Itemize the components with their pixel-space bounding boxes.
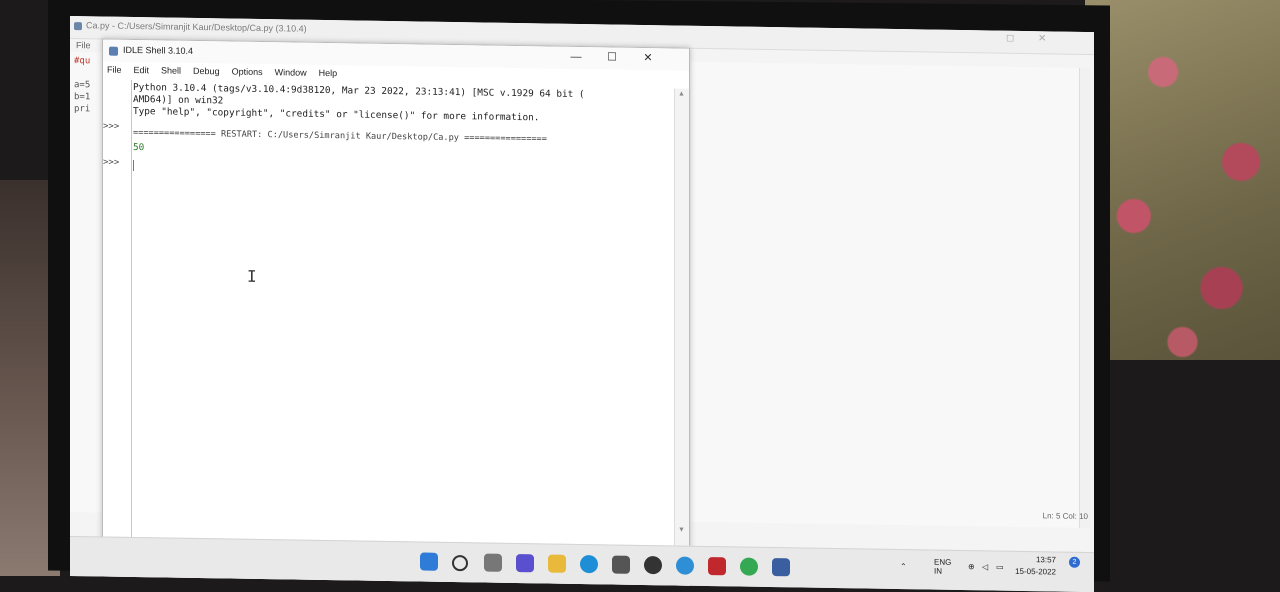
clock[interactable]: 13:57 15-05-2022 [1015,554,1056,579]
menu-window[interactable]: Window [275,67,307,78]
chevron-up-icon[interactable]: ⌃ [900,562,907,571]
app-icon[interactable] [644,556,662,575]
menu-options[interactable]: Options [232,67,263,77]
lang-bottom: IN [934,566,942,576]
battery-icon[interactable]: ▭ [996,563,1004,572]
clock-date: 15-05-2022 [1015,566,1056,577]
chrome-icon[interactable] [740,557,758,576]
close-icon[interactable]: ✕ [1038,33,1046,44]
menu-debug[interactable]: Debug [193,66,220,76]
restart-line: ================ RESTART: C:/Users/Simra… [133,127,547,145]
scroll-down-icon[interactable]: ▼ [678,527,685,534]
prompt-gutter: >>> >>> [103,79,132,580]
code-line: #qu [74,56,91,67]
task-view-icon[interactable] [484,553,502,572]
clock-time: 13:57 [1035,555,1056,565]
language-indicator[interactable]: ENG IN [934,558,951,576]
search-icon[interactable] [452,555,468,572]
idle-shell-window[interactable]: IDLE Shell 3.10.4 — ☐ ✕ File Edit Shell … [102,38,690,590]
shell-title: IDLE Shell 3.10.4 [123,44,194,56]
volume-icon[interactable]: ◁ [982,562,988,571]
mcafee-icon[interactable] [708,557,726,576]
python-idle-icon[interactable] [772,558,790,577]
output-line: AMD64)] on win32 [133,93,224,107]
code-line: a=5 [74,80,91,91]
minimize-button[interactable]: — [561,48,591,66]
shell-prompt: >>> [103,121,120,132]
store-icon[interactable] [612,555,630,574]
text-cursor [133,159,134,172]
scroll-up-icon[interactable]: ▲ [678,91,685,98]
file-explorer-icon[interactable] [548,554,566,573]
output-line: Type "help", "copyright", "credits" or "… [133,105,540,124]
start-icon[interactable] [420,552,438,571]
shell-prompt: >>> [103,157,120,168]
code-line: b=1 [74,92,91,103]
fabric-background [1085,0,1280,360]
edge-browser-icon[interactable] [580,555,598,574]
teams-chat-icon[interactable] [516,554,534,573]
editor-title: Ca.py - C:/Users/Simranjit Kaur/Desktop/… [86,20,307,34]
photo-scene: Ca.py - C:/Users/Simranjit Kaur/Desktop/… [0,0,1280,592]
code-line: pri [74,104,91,115]
editor-menu-file[interactable]: File [76,40,91,50]
network-icon[interactable]: ⊕ [968,562,975,571]
program-output: 50 [133,141,145,154]
close-button[interactable]: ✕ [633,49,663,67]
shell-body[interactable]: >>> >>> Python 3.10.4 (tags/v3.10.4:9d38… [103,79,689,589]
status-line-col: Ln: 5 Col: 10 [1042,511,1088,521]
shell-output[interactable]: Python 3.10.4 (tags/v3.10.4:9d38120, Mar… [133,80,669,588]
python-icon [109,46,118,56]
lang-top: ENG [934,557,952,567]
help-icon[interactable] [676,556,694,575]
shell-scrollbar[interactable]: ▲ ▼ [674,88,689,589]
restore-icon[interactable]: ◻ [1006,33,1014,44]
ibeam-cursor-icon: I [247,266,257,286]
maximize-button[interactable]: ☐ [597,48,627,66]
screen: Ca.py - C:/Users/Simranjit Kaur/Desktop/… [70,16,1094,592]
notification-badge[interactable]: 2 [1069,556,1080,568]
menu-help[interactable]: Help [319,68,338,78]
python-icon [74,22,82,31]
menu-file[interactable]: File [107,65,122,75]
editor-scrollbar[interactable] [1079,67,1090,529]
menu-edit[interactable]: Edit [134,65,150,75]
menu-shell[interactable]: Shell [161,65,181,75]
